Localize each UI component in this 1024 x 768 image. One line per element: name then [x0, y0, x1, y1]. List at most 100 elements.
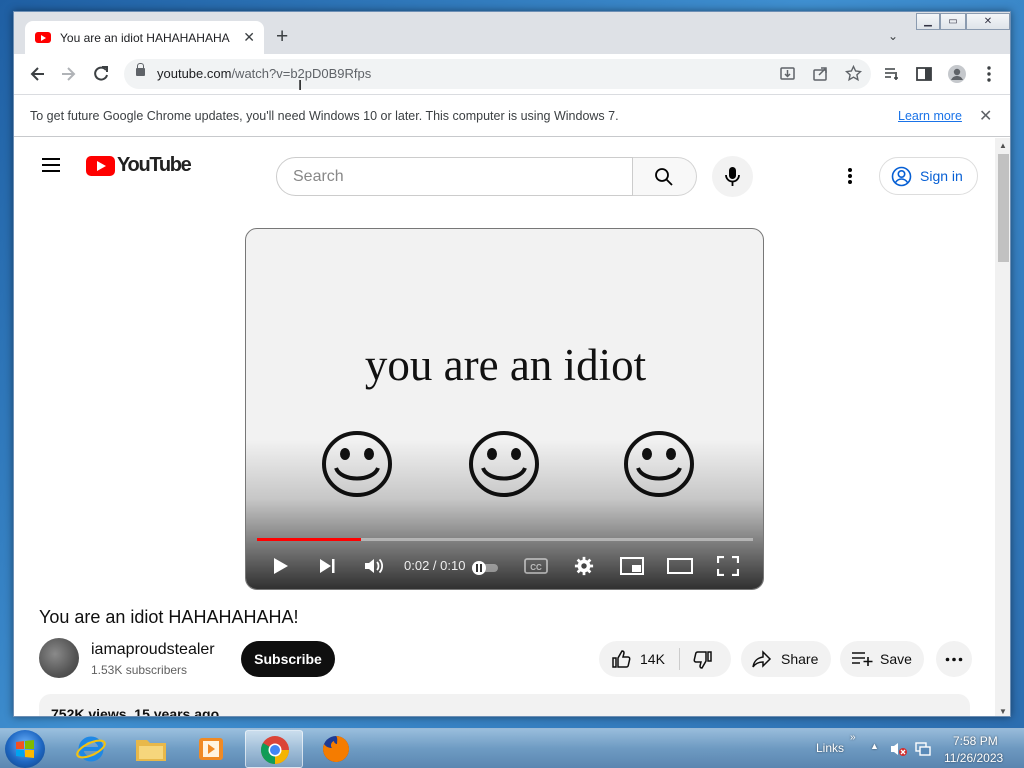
- chrome-icon: [261, 736, 289, 764]
- clock-date[interactable]: 11/26/2023: [944, 751, 1003, 765]
- channel-avatar[interactable]: [39, 638, 79, 678]
- search-icon: [655, 168, 673, 186]
- voice-search-button[interactable]: [712, 156, 753, 197]
- share-button[interactable]: Share: [741, 641, 831, 677]
- lock-icon[interactable]: [136, 63, 145, 76]
- address-bar[interactable]: youtube.com/watch?v=b2pD0B9Rfps: [124, 59, 871, 89]
- youtube-play-logo-icon: [86, 155, 115, 176]
- tray-overflow-icon[interactable]: ▲: [870, 741, 879, 751]
- search-input[interactable]: Search: [276, 157, 633, 196]
- install-icon[interactable]: [779, 65, 796, 82]
- links-toolbar-label[interactable]: Links: [816, 741, 844, 755]
- thumbs-up-icon[interactable]: [611, 649, 631, 669]
- taskbar-internet-explorer[interactable]: [62, 730, 120, 768]
- close-window-button[interactable]: ✕: [966, 13, 1010, 30]
- youtube-favicon-icon: [35, 32, 51, 43]
- url-text[interactable]: youtube.com/watch?v=b2pD0B9Rfps: [157, 66, 371, 81]
- video-title: You are an idiot HAHAHAHAHA!: [39, 607, 299, 627]
- search-button[interactable]: [633, 157, 697, 196]
- folder-icon: [136, 740, 166, 761]
- scroll-up-icon[interactable]: ▲: [999, 141, 1007, 150]
- reload-icon[interactable]: [91, 64, 111, 84]
- guide-menu-icon[interactable]: [42, 158, 60, 172]
- scroll-down-icon[interactable]: ▼: [999, 707, 1007, 716]
- taskbar-file-explorer[interactable]: [122, 730, 180, 768]
- like-count[interactable]: 14K: [640, 651, 665, 667]
- settings-icon[interactable]: [573, 556, 595, 576]
- maximize-button[interactable]: ▭: [940, 13, 966, 30]
- share-arrow-icon: [752, 650, 772, 668]
- clock-time[interactable]: 7:58 PM: [953, 734, 998, 748]
- save-button[interactable]: Save: [840, 641, 924, 677]
- next-icon[interactable]: [317, 556, 337, 576]
- save-label: Save: [880, 651, 912, 667]
- internet-explorer-icon: [76, 736, 106, 762]
- more-actions-button[interactable]: [936, 641, 972, 677]
- save-playlist-icon: [852, 652, 873, 666]
- tab-title: You are an idiot HAHAHAHAHA!: [60, 30, 230, 45]
- description-box[interactable]: 752K views 15 years ago: [39, 694, 970, 717]
- taskbar-firefox[interactable]: [307, 730, 365, 768]
- video-time: 0:02 / 0:10: [404, 558, 466, 573]
- start-button[interactable]: [5, 730, 45, 768]
- sign-in-label: Sign in: [920, 168, 963, 184]
- page-scrollbar[interactable]: ▲ ▼: [995, 138, 1010, 716]
- back-icon[interactable]: [28, 64, 48, 84]
- youtube-masthead: YouTube Search Sign in: [14, 138, 995, 197]
- tab-close-icon[interactable]: ✕: [243, 29, 255, 46]
- tab-strip: You are an idiot HAHAHAHAHA! ✕ + ⌄ ▁ ▭ ✕: [14, 12, 1010, 54]
- progress-played: [257, 538, 362, 541]
- cc-icon[interactable]: CC: [524, 556, 548, 576]
- channel-name[interactable]: iamaproudstealer: [91, 641, 215, 659]
- tab-search-chevron-icon[interactable]: ⌄: [888, 29, 898, 43]
- reading-list-icon[interactable]: [882, 65, 902, 83]
- fullscreen-icon[interactable]: [717, 556, 739, 576]
- menu-icon[interactable]: [979, 64, 999, 84]
- volume-muted-icon[interactable]: [890, 741, 908, 757]
- side-panel-icon[interactable]: [914, 65, 934, 83]
- theater-icon[interactable]: [667, 556, 693, 576]
- taskbar-media-player[interactable]: [182, 730, 240, 768]
- firefox-icon: [323, 736, 349, 762]
- infobar-close-icon[interactable]: ✕: [979, 106, 992, 126]
- miniplayer-icon[interactable]: [620, 556, 644, 576]
- subscribe-button[interactable]: Subscribe: [241, 641, 335, 677]
- profile-icon[interactable]: [947, 64, 967, 84]
- browser-toolbar: youtube.com/watch?v=b2pD0B9Rfps: [14, 54, 1010, 94]
- sign-in-button[interactable]: Sign in: [879, 157, 978, 195]
- video-player[interactable]: you are an idiot 0:02 / 0:10 CC: [245, 228, 764, 590]
- learn-more-link[interactable]: Learn more: [898, 109, 962, 123]
- windows-taskbar: Links » ▲ 7:58 PM 11/26/2023: [0, 728, 1024, 768]
- new-tab-button[interactable]: +: [276, 26, 288, 47]
- youtube-wordmark: YouTube: [117, 154, 192, 176]
- media-player-icon: [199, 738, 223, 760]
- settings-menu-icon[interactable]: [848, 168, 852, 186]
- network-icon[interactable]: [914, 741, 932, 757]
- play-icon[interactable]: [270, 556, 290, 576]
- infobar-message: To get future Google Chrome updates, you…: [30, 109, 619, 123]
- volume-icon[interactable]: [363, 556, 385, 576]
- chrome-window: You are an idiot HAHAHAHAHA! ✕ + ⌄ ▁ ▭ ✕…: [13, 11, 1011, 717]
- links-expand-icon[interactable]: »: [850, 732, 856, 743]
- scrollbar-thumb[interactable]: [998, 154, 1009, 262]
- minimize-button[interactable]: ▁: [916, 13, 940, 30]
- taskbar-chrome[interactable]: [245, 730, 303, 768]
- search-placeholder: Search: [293, 168, 344, 185]
- share-label: Share: [781, 651, 819, 667]
- browser-tab[interactable]: You are an idiot HAHAHAHAHA! ✕: [25, 21, 264, 54]
- svg-text:CC: CC: [530, 563, 542, 572]
- subscriber-count: 1.53K subscribers: [91, 663, 188, 677]
- forward-icon[interactable]: [58, 64, 78, 84]
- more-horizontal-icon: [945, 657, 963, 662]
- like-divider: [679, 648, 680, 670]
- youtube-logo[interactable]: YouTube: [86, 154, 192, 177]
- view-count-and-date: 752K views 15 years ago: [51, 706, 220, 717]
- update-infobar: To get future Google Chrome updates, you…: [14, 94, 1010, 137]
- video-progress-bar[interactable]: [257, 538, 753, 541]
- autoplay-toggle[interactable]: [470, 558, 500, 578]
- share-icon[interactable]: [812, 65, 829, 82]
- windows-logo-icon: [16, 740, 34, 758]
- thumbs-down-icon[interactable]: [693, 650, 713, 670]
- star-icon[interactable]: [845, 65, 862, 82]
- account-icon: [891, 166, 912, 186]
